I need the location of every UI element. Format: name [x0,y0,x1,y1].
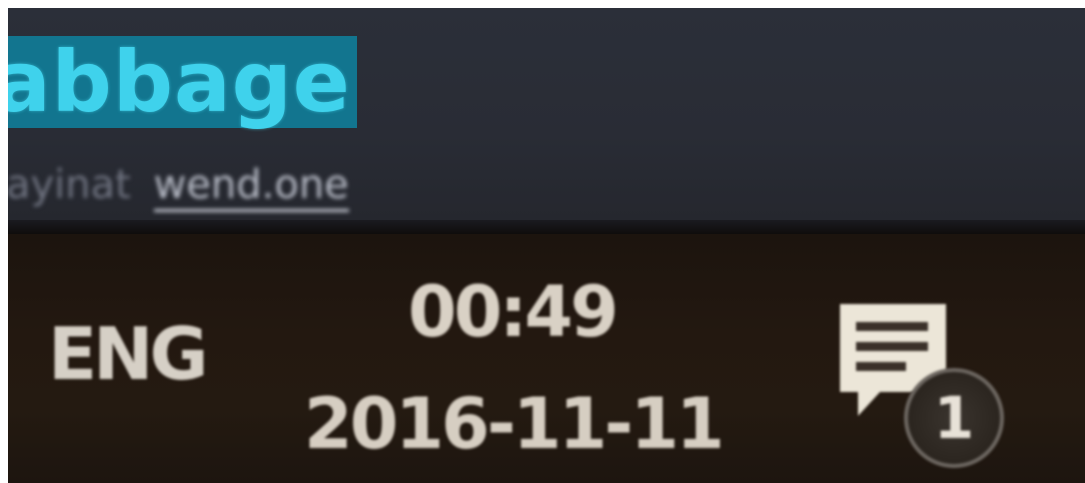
app-window: abbage ayinat wend.one [8,8,1085,220]
window-bottom-edge [8,220,1085,234]
taskbar-clock[interactable]: 00:49 2016-11-11 [288,254,738,474]
language-indicator[interactable]: ENG [48,314,209,394]
action-center-button[interactable]: 1 [828,294,1028,474]
clock-time: 00:49 [408,271,619,353]
subtitle-link[interactable]: wend.one [153,162,349,212]
app-title-highlighted: abbage [8,36,357,128]
screen-crop: abbage ayinat wend.one ENG 00:49 2016-11… [8,8,1085,483]
app-subtitle: ayinat wend.one [8,160,349,212]
subtitle-prefix: ayinat [8,162,131,208]
taskbar: ENG 00:49 2016-11-11 1 [8,234,1085,483]
clock-date: 2016-11-11 [304,383,725,465]
notification-count: 1 [933,384,975,452]
notification-count-badge: 1 [904,368,1004,468]
